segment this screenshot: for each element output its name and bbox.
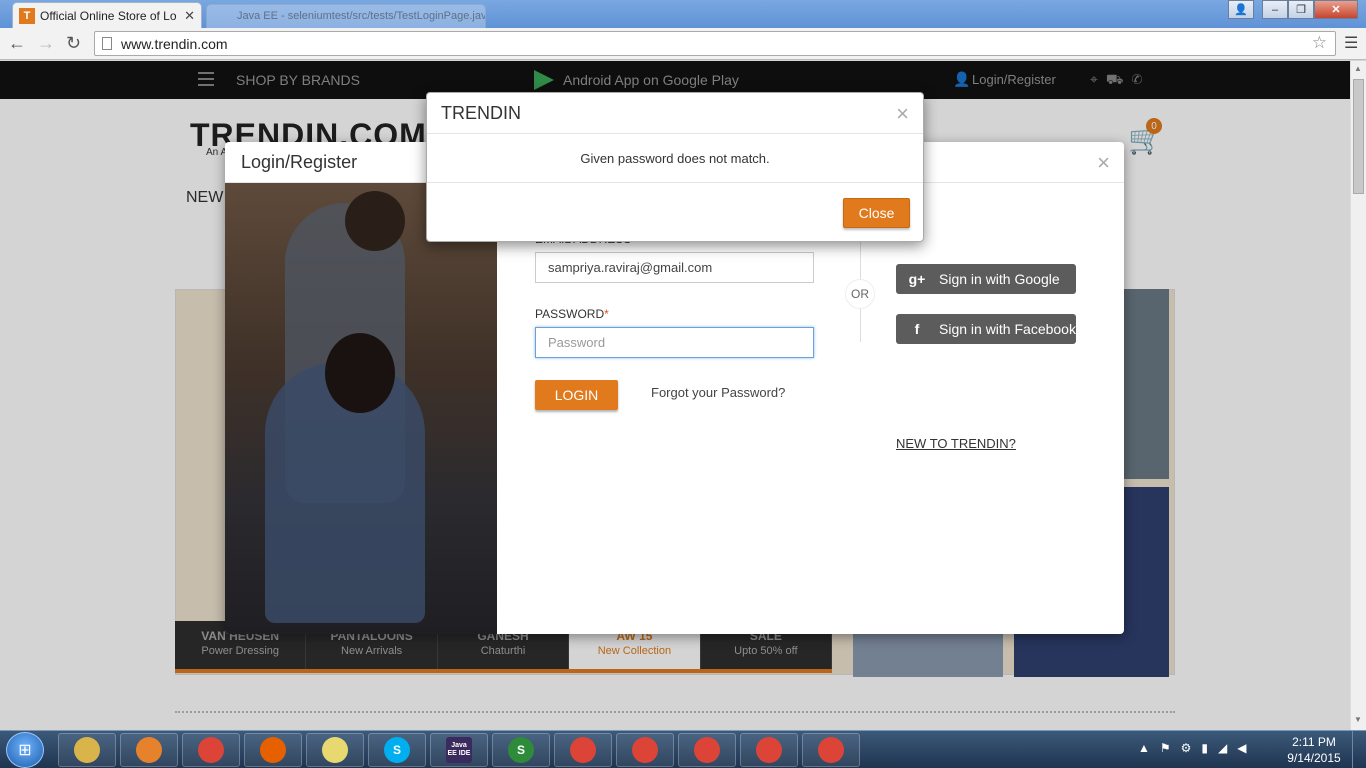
- google-signin-label: Sign in with Google: [939, 271, 1060, 287]
- browser-tab-active[interactable]: T Official Online Store of Lo ✕: [12, 2, 202, 28]
- taskbar-app-button[interactable]: [244, 733, 302, 767]
- window-controls: 👤 – ❐ ✕: [1228, 0, 1358, 20]
- taskbar-app-button[interactable]: S: [492, 733, 550, 767]
- taskbar-app-button[interactable]: [678, 733, 736, 767]
- trendin-favicon-icon: T: [19, 7, 35, 24]
- bookmark-star-icon[interactable]: ☆: [1312, 33, 1327, 53]
- password-field[interactable]: [535, 327, 814, 358]
- back-icon[interactable]: ←: [8, 33, 26, 54]
- folder-icon: [74, 737, 100, 763]
- clock-date: 9/14/2015: [1287, 751, 1341, 765]
- chrome-icon: [694, 737, 720, 763]
- scroll-thumb[interactable]: [1353, 79, 1364, 194]
- java-ee-ide-icon: Java EE IDE: [446, 737, 472, 763]
- login-button[interactable]: LOGIN: [535, 380, 618, 410]
- reload-icon[interactable]: ↻: [66, 33, 81, 54]
- facebook-signin-label: Sign in with Facebook: [939, 321, 1076, 337]
- taskbar-app-button[interactable]: [616, 733, 674, 767]
- browser-titlebar: T Official Online Store of Lo ✕ Java EE …: [0, 0, 1366, 28]
- alert-dialog: TRENDIN × Given password does not match.…: [426, 92, 924, 242]
- forward-icon[interactable]: →: [37, 33, 55, 54]
- google-plus-icon: g+: [908, 271, 926, 287]
- maximize-button[interactable]: ❐: [1288, 0, 1314, 19]
- or-badge: OR: [845, 279, 875, 309]
- user-icon[interactable]: 👤: [1228, 0, 1254, 19]
- spreadsheet-icon: S: [508, 737, 534, 763]
- chrome-icon: [570, 737, 596, 763]
- email-field[interactable]: [535, 252, 814, 283]
- alert-title: TRENDIN: [441, 103, 521, 123]
- minimize-button[interactable]: –: [1262, 0, 1288, 19]
- show-desktop-button[interactable]: [1352, 731, 1366, 768]
- clock-time: 2:11 PM: [1292, 735, 1336, 749]
- tab-title: Official Online Store of Lo: [40, 8, 177, 23]
- taskbar-app-button[interactable]: [554, 733, 612, 767]
- taskbar-app-button[interactable]: [58, 733, 116, 767]
- forgot-password-link[interactable]: Forgot your Password?: [651, 385, 785, 400]
- login-modal-title: Login/Register: [241, 152, 358, 172]
- start-button-icon[interactable]: ⊞: [6, 732, 44, 768]
- taskbar-app-button[interactable]: [120, 733, 178, 767]
- login-modal-close-icon[interactable]: ×: [1097, 150, 1110, 176]
- taskbar-app-button[interactable]: [182, 733, 240, 767]
- password-label: PASSWORD*: [535, 307, 609, 321]
- window-close-button[interactable]: ✕: [1314, 0, 1358, 19]
- page-scrollbar[interactable]: ▲ ▼: [1350, 61, 1366, 730]
- browser-toolbar: ← → ↻ www.trendin.com ☆ ☰: [0, 28, 1366, 60]
- browser-tab-inactive[interactable]: Java EE - seleniumtest/src/tests/TestLog…: [206, 4, 486, 28]
- skype-icon: S: [384, 737, 410, 763]
- chrome-icon: [632, 737, 658, 763]
- taskbar-clock[interactable]: 2:11 PM 9/14/2015: [1284, 734, 1344, 766]
- url-text: www.trendin.com: [121, 36, 228, 52]
- taskbar-app-button[interactable]: [740, 733, 798, 767]
- firefox-icon: [260, 737, 286, 763]
- facebook-signin-button[interactable]: f Sign in with Facebook: [896, 314, 1076, 344]
- system-tray-icons[interactable]: ▲⚑⚙▮◢◀: [1138, 741, 1256, 755]
- taskbar-app-button[interactable]: S: [368, 733, 426, 767]
- alert-close-button[interactable]: Close: [843, 198, 910, 228]
- tab-close-icon[interactable]: ✕: [184, 8, 195, 24]
- taskbar-app-button[interactable]: [306, 733, 364, 767]
- sticky-notes-icon: [322, 737, 348, 763]
- chrome-menu-icon[interactable]: ☰: [1344, 33, 1358, 53]
- fashion-photo: [225, 183, 497, 634]
- alert-close-icon[interactable]: ×: [896, 101, 909, 127]
- taskbar-app-button[interactable]: Java EE IDE: [430, 733, 488, 767]
- scroll-down-icon[interactable]: ▼: [1354, 715, 1362, 724]
- google-signin-button[interactable]: g+ Sign in with Google: [896, 264, 1076, 294]
- new-to-trendin-link[interactable]: NEW TO TRENDIN?: [896, 436, 1016, 451]
- alert-message: Given password does not match.: [427, 134, 923, 183]
- chrome-icon: [198, 737, 224, 763]
- chrome-icon: [818, 737, 844, 763]
- scroll-up-icon[interactable]: ▲: [1354, 64, 1362, 73]
- facebook-icon: f: [914, 321, 920, 337]
- taskbar-app-button[interactable]: [802, 733, 860, 767]
- chrome-icon: [756, 737, 782, 763]
- windows-taskbar: ⊞ S Java EE IDE S ▲⚑⚙▮◢◀ 2:11 PM 9/14/2015: [0, 730, 1366, 768]
- media-player-icon: [136, 737, 162, 763]
- page-icon: [102, 37, 112, 50]
- address-bar[interactable]: www.trendin.com ☆: [94, 31, 1336, 56]
- alert-header: TRENDIN ×: [427, 93, 923, 134]
